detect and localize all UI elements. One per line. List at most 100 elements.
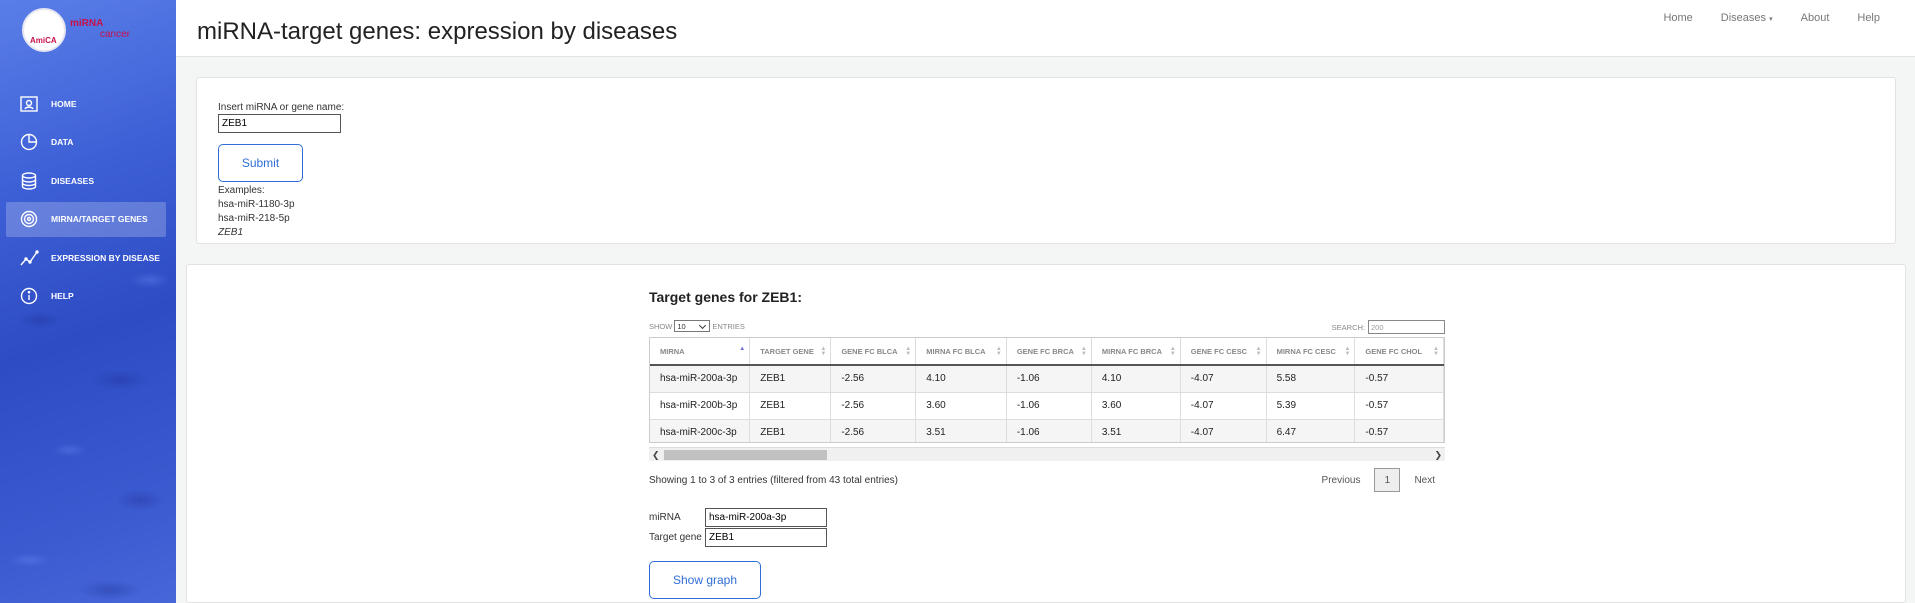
top-nav-about[interactable]: About — [1787, 10, 1844, 26]
column-header-mirna-fc-cesc[interactable]: miRNA FC CESC ▲ ▼ — [1266, 338, 1356, 366]
column-header-mirna[interactable]: miRNA ▲ — [650, 338, 751, 366]
column-header-label: miRNA — [660, 346, 685, 356]
sort-icon: ▲ ▼ — [1080, 346, 1087, 357]
home-icon — [18, 93, 40, 115]
table-cell: -0.57 — [1354, 392, 1444, 420]
column-header-mirna-fc-brca[interactable]: miRNA FC BRCA ▲ ▼ — [1091, 338, 1181, 366]
query-label: Insert miRNA or gene name: — [218, 102, 345, 113]
sidebar-item-home[interactable]: Home — [6, 86, 166, 121]
column-header-target-gene[interactable]: Target gene ▲ ▼ — [749, 338, 832, 366]
column-header-gene-fc-cesc[interactable]: Gene FC CESC ▲ ▼ — [1180, 338, 1267, 366]
header: miRNA-target genes: expression by diseas… — [176, 0, 1915, 57]
sidebar: AmiCA miRNA cancer Home Data Diseases mi… — [0, 0, 176, 603]
target-icon — [18, 208, 40, 230]
table-cell: hsa-miR-200b-3p — [650, 392, 751, 420]
logo-text: miRNA cancer — [70, 18, 130, 40]
search-input[interactable] — [1368, 320, 1445, 334]
previous-button[interactable]: Previous — [1312, 469, 1371, 492]
table-cell: -0.57 — [1354, 365, 1444, 393]
table-cell: -1.06 — [1006, 419, 1092, 442]
top-nav-help[interactable]: Help — [1843, 10, 1894, 26]
entries-label: entries — [712, 321, 745, 331]
table-cell: 5.58 — [1266, 365, 1356, 393]
sidebar-item-mirna-target-genes[interactable]: miRNA/target genes — [6, 201, 166, 237]
scrollbar-thumb[interactable] — [664, 450, 827, 460]
query-card: Insert miRNA or gene name: Submit Exampl… — [196, 77, 1896, 244]
gene-field-label: Target gene — [649, 532, 702, 543]
next-button[interactable]: Next — [1404, 469, 1445, 492]
mirna-field-label: miRNA — [649, 512, 681, 523]
results-table: miRNA ▲ Target gene ▲ ▼ Gene FC BLCA ▲ ▼ miRN… — [650, 338, 1444, 442]
column-header-gene-fc-chol[interactable]: Gene FC CHOL ▲ ▼ — [1354, 338, 1444, 366]
sidebar-item-label: Expression by disease — [51, 252, 160, 263]
sort-icon: ▲ ▼ — [820, 346, 827, 357]
top-nav-home[interactable]: Home — [1649, 10, 1706, 26]
pie-chart-icon — [18, 131, 40, 153]
submit-button[interactable]: Submit — [218, 144, 303, 182]
query-input[interactable] — [218, 114, 341, 133]
table-cell: -4.07 — [1180, 365, 1267, 393]
top-nav-diseases-label: Diseases — [1720, 12, 1767, 24]
sort-icon: ▲ ▼ — [995, 346, 1002, 357]
column-header-gene-fc-brca[interactable]: Gene FC BRCA ▲ ▼ — [1006, 338, 1092, 366]
table-cell: -2.56 — [830, 419, 917, 442]
gene-field[interactable] — [705, 528, 827, 547]
sidebar-item-label: miRNA/target genes — [51, 214, 148, 224]
sidebar-item-data[interactable]: Data — [6, 125, 166, 160]
table-cell: hsa-miR-200a-3p — [650, 365, 751, 393]
sidebar-item-expression-by-disease[interactable]: Expression by disease — [6, 240, 166, 275]
entries-select[interactable]: 10 — [674, 320, 711, 332]
table-cell: -4.07 — [1180, 392, 1267, 420]
sort-icon: ▲ ▼ — [1255, 346, 1262, 357]
table-cell: 3.60 — [915, 392, 1007, 420]
table-row[interactable]: hsa-miR-200a-3p ZEB1 -2.56 4.10 -1.06 4.… — [650, 365, 1444, 393]
table-cell: 4.10 — [915, 365, 1007, 393]
gene-field-row: Target gene — [649, 528, 827, 547]
show-graph-button[interactable]: Show graph — [649, 561, 761, 599]
example-item[interactable]: hsa-miR-1180-3p — [218, 198, 295, 212]
mirna-field[interactable] — [705, 508, 827, 527]
table-row[interactable]: hsa-miR-200c-3p ZEB1 -2.56 3.51 -1.06 3.… — [650, 419, 1444, 442]
search-label: Search: — [1331, 322, 1365, 332]
top-nav-diseases[interactable]: Diseases ▾ — [1707, 10, 1787, 26]
sidebar-item-label: Help — [51, 291, 74, 301]
column-header-label: Gene FC BRCA — [1016, 346, 1074, 356]
mirna-field-row: miRNA — [649, 508, 827, 527]
scroll-right-icon[interactable]: ❯ — [1434, 448, 1442, 462]
logo-mark: AmiCA — [30, 36, 57, 45]
examples: Examples: hsa-miR-1180-3p hsa-miR-218-5p… — [218, 184, 295, 240]
sidebar-item-label: Diseases — [51, 175, 94, 186]
column-header-label: Gene FC BLCA — [841, 346, 898, 356]
sidebar-item-help[interactable]: Help — [6, 279, 166, 314]
table-row[interactable]: hsa-miR-200b-3p ZEB1 -2.56 3.60 -1.06 3.… — [650, 392, 1444, 420]
table-cell: 4.10 — [1091, 365, 1181, 393]
page-button-current[interactable]: 1 — [1374, 468, 1401, 492]
table-cell: -1.06 — [1006, 365, 1092, 393]
sort-icon: ▲ ▼ — [1433, 346, 1439, 357]
logo-line1: miRNA — [70, 18, 104, 29]
table-cell: -0.57 — [1354, 419, 1444, 442]
sidebar-item-diseases[interactable]: Diseases — [6, 163, 166, 198]
example-item[interactable]: ZEB1 — [218, 226, 295, 240]
table-header-row: miRNA ▲ Target gene ▲ ▼ Gene FC BLCA ▲ ▼ miRN… — [650, 338, 1444, 366]
results-table-wrapper[interactable]: miRNA ▲ Target gene ▲ ▼ Gene FC BLCA ▲ ▼ miRN… — [649, 337, 1445, 443]
sidebar-nav: Home Data Diseases miRNA/target genes Ex… — [6, 86, 166, 317]
scroll-left-icon[interactable]: ❮ — [652, 448, 660, 462]
horizontal-scrollbar[interactable]: ❮ ❯ — [649, 447, 1445, 461]
logo[interactable]: AmiCA miRNA cancer — [22, 8, 142, 54]
table-cell: 6.47 — [1266, 419, 1356, 442]
example-item[interactable]: hsa-miR-218-5p — [218, 212, 295, 226]
table-cell: ZEB1 — [749, 365, 832, 393]
table-cell: -1.06 — [1006, 392, 1092, 420]
column-header-gene-fc-blca[interactable]: Gene FC BLCA ▲ ▼ — [830, 338, 917, 366]
sidebar-item-label: Data — [51, 137, 74, 147]
table-cell: 3.51 — [915, 419, 1007, 442]
sidebar-item-label: Home — [51, 98, 77, 109]
column-header-label: Target gene — [760, 346, 814, 356]
pagination: Previous 1 Next — [1312, 468, 1445, 492]
sort-icon: ▲ ▼ — [1344, 346, 1351, 357]
page-title: miRNA-target genes: expression by diseas… — [197, 18, 678, 45]
table-cell: 3.51 — [1091, 419, 1181, 442]
logo-line2: cancer — [100, 29, 131, 40]
column-header-mirna-fc-blca[interactable]: miRNA FC BLCA ▲ ▼ — [915, 338, 1007, 366]
